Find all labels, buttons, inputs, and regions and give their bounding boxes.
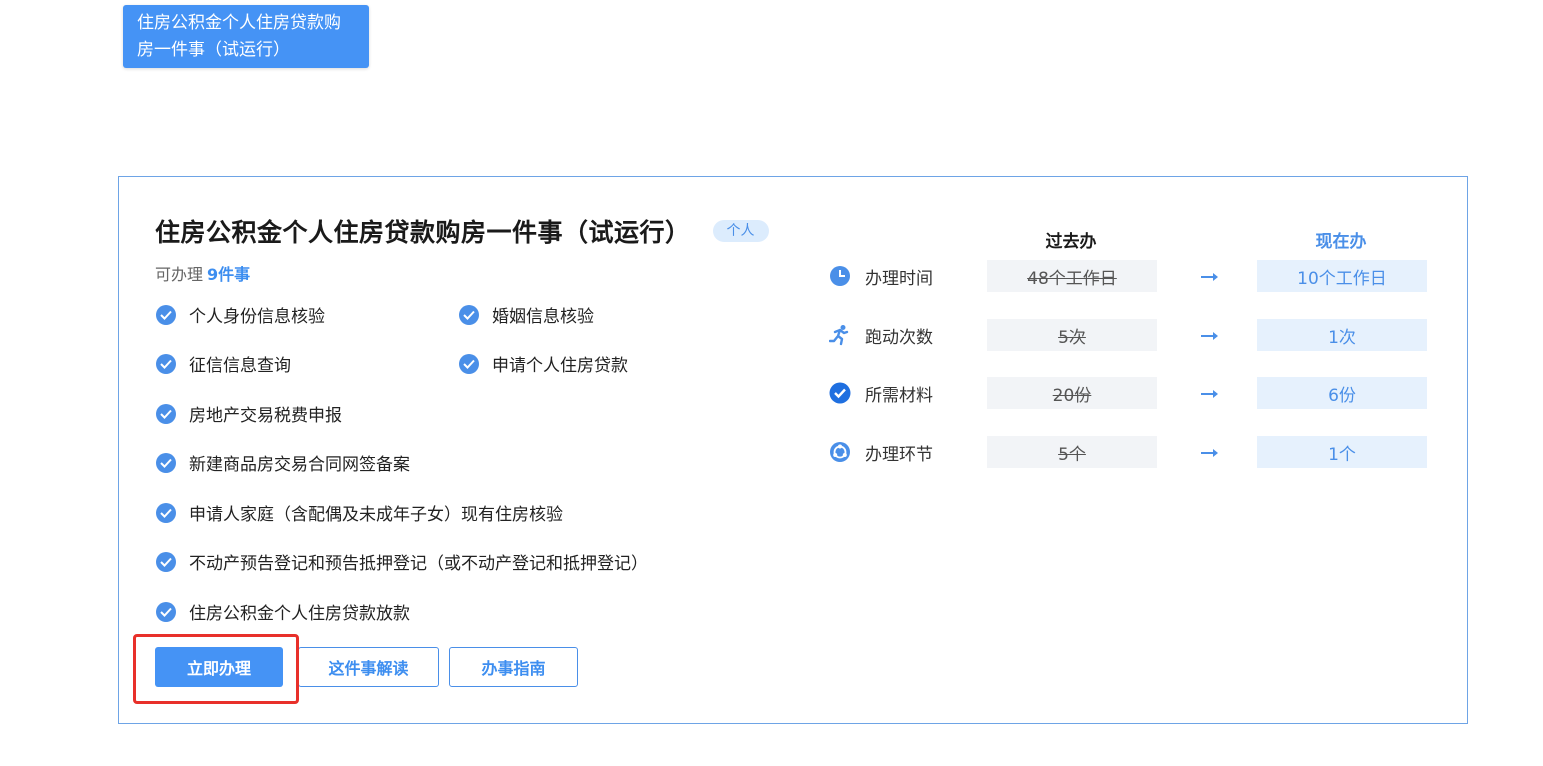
now-value: 1次 <box>1257 319 1427 351</box>
check-icon <box>459 353 479 374</box>
past-value: 20份 <box>987 377 1157 409</box>
list-item: 不动产预告登记和预告抵押登记（或不动产登记和抵押登记） <box>156 549 648 574</box>
list-item-label: 申请人家庭（含配偶及未成年子女）现有住房核验 <box>189 505 563 525</box>
list-item: 婚姻信息核验 <box>459 302 594 327</box>
list-item: 征信信息查询 <box>156 351 291 376</box>
list-item-label: 房地产交易税费申报 <box>189 406 342 426</box>
stat-label: 办理环节 <box>865 444 933 465</box>
list-item: 新建商品房交易合同网签备案 <box>156 450 410 475</box>
list-item-label: 个人身份信息核验 <box>189 307 325 327</box>
past-value: 48个工作日 <box>987 260 1157 292</box>
top-tab-line2: 房一件事（试运行） <box>137 40 290 60</box>
count-value: 9件事 <box>207 265 251 284</box>
list-item-label: 新建商品房交易合同网签备案 <box>189 455 410 475</box>
stat-label: 跑动次数 <box>865 327 933 348</box>
card-title: 住房公积金个人住房贷款购房一件事（试运行） <box>155 218 691 247</box>
arrow-icon <box>1201 445 1219 464</box>
check-circle-icon <box>829 382 851 404</box>
check-icon <box>156 304 176 325</box>
stat-row-trips: 跑动次数 5次 1次 <box>829 319 1427 351</box>
count-row: 可办理 9件事 <box>155 261 250 285</box>
clock-icon <box>829 265 851 287</box>
title-row: 住房公积金个人住房贷款购房一件事（试运行） 个人 <box>155 213 769 249</box>
count-prefix: 可办理 <box>155 265 204 284</box>
list-item-label: 住房公积金个人住房贷款放款 <box>189 604 410 624</box>
past-value: 5次 <box>987 319 1157 351</box>
check-icon <box>156 403 176 424</box>
list-item: 个人身份信息核验 <box>156 302 325 327</box>
arrow-icon <box>1201 328 1219 347</box>
list-item: 申请个人住房贷款 <box>459 351 628 376</box>
check-icon <box>156 551 176 572</box>
now-value: 6份 <box>1257 377 1427 409</box>
list-item-label: 征信信息查询 <box>189 356 291 376</box>
list-item: 房地产交易税费申报 <box>156 401 342 426</box>
check-icon <box>156 601 176 622</box>
check-icon <box>459 304 479 325</box>
arrow-icon <box>1201 386 1219 405</box>
stat-row-time: 办理时间 48个工作日 10个工作日 <box>829 260 1427 292</box>
list-item: 申请人家庭（含配偶及未成年子女）现有住房核验 <box>156 500 563 525</box>
cycle-icon <box>829 441 851 463</box>
stat-row-steps: 办理环节 5个 1个 <box>829 436 1427 468</box>
past-value: 5个 <box>987 436 1157 468</box>
arrow-icon <box>1201 269 1219 288</box>
top-tab-line1: 住房公积金个人住房贷款购 <box>137 13 341 33</box>
top-tab[interactable]: 住房公积金个人住房贷款购 房一件事（试运行） <box>123 5 369 68</box>
service-card: 住房公积金个人住房贷款购房一件事（试运行） 个人 可办理 9件事 个人身份信息核验… <box>118 176 1468 724</box>
now-header: 现在办 <box>1315 232 1367 252</box>
list-item-label: 不动产预告登记和预告抵押登记（或不动产登记和抵押登记） <box>189 554 648 574</box>
list-item: 住房公积金个人住房贷款放款 <box>156 599 410 624</box>
guide-button[interactable]: 办事指南 <box>449 647 578 687</box>
personal-tag: 个人 <box>712 220 769 242</box>
apply-now-button[interactable]: 立即办理 <box>155 647 283 687</box>
list-item-label: 婚姻信息核验 <box>492 307 594 327</box>
check-icon <box>156 452 176 473</box>
stat-label: 所需材料 <box>865 385 933 406</box>
list-item-label: 申请个人住房贷款 <box>492 356 628 376</box>
stat-row-materials: 所需材料 20份 6份 <box>829 377 1427 409</box>
running-icon <box>829 324 851 346</box>
past-header: 过去办 <box>1045 232 1097 252</box>
check-icon <box>156 353 176 374</box>
check-icon <box>156 502 176 523</box>
now-value: 10个工作日 <box>1257 260 1427 292</box>
stat-label: 办理时间 <box>865 268 933 289</box>
now-value: 1个 <box>1257 436 1427 468</box>
interpretation-button[interactable]: 这件事解读 <box>298 647 439 687</box>
